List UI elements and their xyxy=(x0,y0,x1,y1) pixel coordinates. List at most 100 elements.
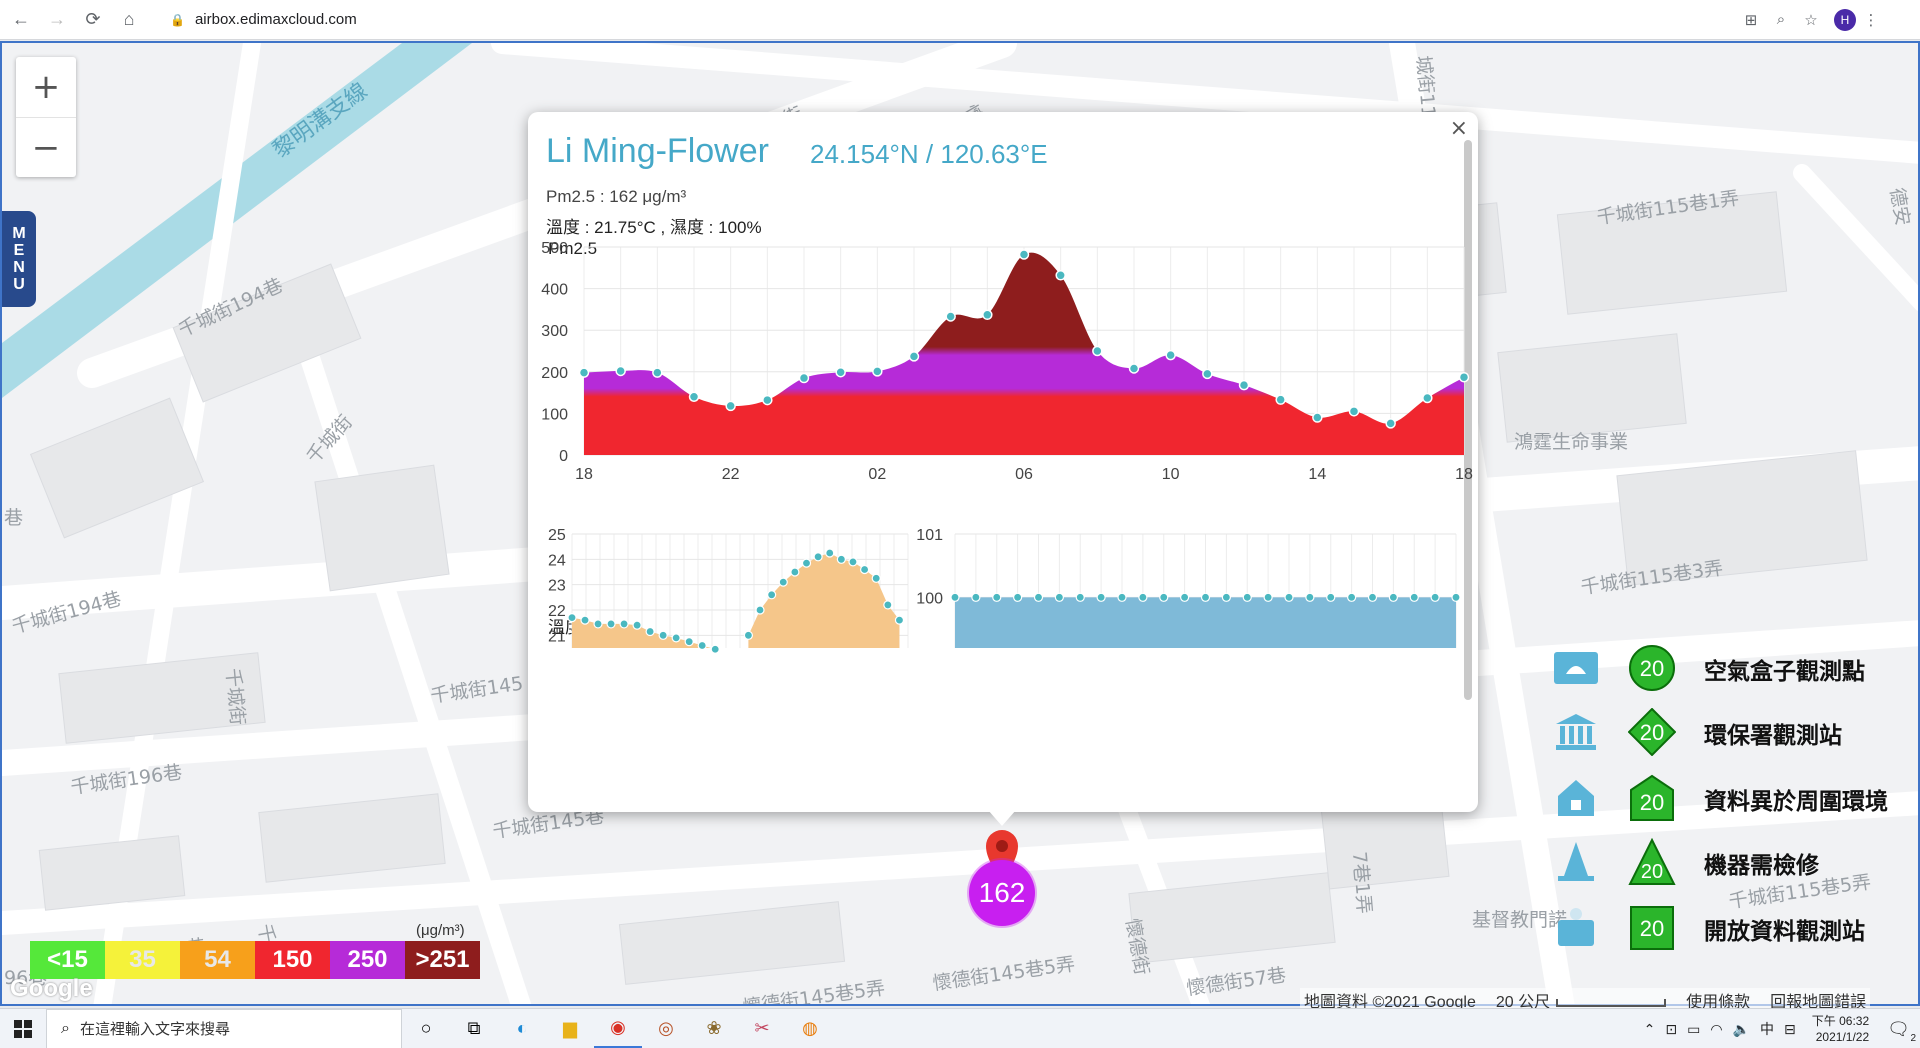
back-arrow-icon[interactable]: ← xyxy=(6,5,36,35)
pm25-data-point xyxy=(908,351,920,362)
x-tick-label: 06 xyxy=(1015,466,1033,483)
forward-arrow-icon[interactable]: → xyxy=(42,5,72,35)
station-marker[interactable]: 162 xyxy=(969,860,1035,926)
pm25-data-point xyxy=(1055,270,1066,281)
humidity-data-point xyxy=(1388,592,1398,602)
temperature-data-point xyxy=(790,567,800,577)
app-icon[interactable]: ❀ xyxy=(690,1009,738,1048)
app-icon[interactable]: ◎ xyxy=(642,1009,690,1048)
chrome-icon[interactable]: ◉ xyxy=(594,1009,642,1048)
legend-item-open-data: 20 開放資料觀測站 xyxy=(1552,902,1892,952)
windows-taskbar: ⌕ 在這裡輸入文字來搜尋 ○ ⧉ ◐ ▆ ◉ ◎ ❀ ✂ ◍ ⌃ ⊡ ▭ ◠ 🔈… xyxy=(0,1008,1920,1048)
zoom-out-button[interactable]: − xyxy=(16,117,76,177)
humidity-data-point xyxy=(1326,592,1336,602)
humidity-data-point xyxy=(1075,592,1085,602)
street-label: 7巷1弄 xyxy=(1347,850,1376,915)
volume-icon[interactable]: 🔈 xyxy=(1733,1021,1750,1038)
blender-icon[interactable]: ◍ xyxy=(786,1009,834,1048)
legend-label: 機器需檢修 xyxy=(1704,853,1819,879)
search-placeholder: 在這裡輸入文字來搜尋 xyxy=(79,1021,230,1038)
street-label: 城街11 xyxy=(1411,54,1440,119)
input-mode-icon[interactable]: ⊟ xyxy=(1784,1021,1796,1038)
street-label: 巷 xyxy=(4,507,24,529)
y-tick-label: 500 xyxy=(541,240,568,257)
windows-logo-icon xyxy=(14,1019,32,1038)
humidity-data-point xyxy=(1096,592,1106,602)
temperature-data-point xyxy=(671,633,681,643)
battery-icon[interactable]: ▭ xyxy=(1687,1021,1700,1038)
home-icon[interactable]: ⌂ xyxy=(114,5,144,35)
chevron-up-icon[interactable]: ⌃ xyxy=(1644,1021,1656,1038)
temperature-data-point xyxy=(813,552,823,562)
clock[interactable]: 下午 06:32 2021/1/22 xyxy=(1812,1013,1869,1045)
app-icon[interactable]: ✂ xyxy=(738,1009,786,1048)
y-tick-label: 22 xyxy=(548,603,566,620)
task-view-icon[interactable]: ⧉ xyxy=(450,1009,498,1048)
badge-value: 20 xyxy=(1640,656,1664,681)
notification-icon[interactable]: 🗨 2 xyxy=(1887,1019,1916,1044)
scale-bin: <15 xyxy=(30,941,105,979)
zoom-in-button[interactable]: + xyxy=(16,57,76,117)
popup-charts: 0 100 200 300 400 500 18 22 02 06 10 14 18 21 22 23 24 25… xyxy=(541,240,1473,654)
address-bar[interactable]: 🔒 airbox.edimaxcloud.com xyxy=(156,5,1736,35)
x-tick-label: 22 xyxy=(722,466,740,483)
pm25-data-point xyxy=(688,391,700,403)
temperature-data-point xyxy=(684,637,694,647)
pm25-data-point xyxy=(1202,368,1213,380)
badge-square-icon: 20 xyxy=(1630,906,1674,950)
humidity-data-point xyxy=(1054,592,1064,602)
temperature-data-point xyxy=(860,564,870,575)
pm25-data-point xyxy=(1385,418,1396,429)
notification-count: 2 xyxy=(1910,1032,1916,1044)
zoom-icon[interactable]: ⌕ xyxy=(1766,5,1796,35)
humidity-data-point xyxy=(1200,592,1211,602)
google-logo: Google xyxy=(10,975,93,1002)
legend-item-maintenance: 20 機器需檢修 xyxy=(1552,836,1892,886)
legend-item-airbox: 20 空氣盒子觀測點 xyxy=(1552,642,1892,692)
translate-icon[interactable]: ⊞ xyxy=(1736,5,1766,35)
wifi-icon[interactable]: ◠ xyxy=(1710,1021,1722,1038)
temperature-data-point xyxy=(645,626,655,637)
y-tick-label: 0 xyxy=(559,448,568,465)
menu-tab[interactable]: M E N U xyxy=(2,211,36,307)
file-explorer-icon[interactable]: ▆ xyxy=(546,1009,594,1048)
y-tick-label: 101 xyxy=(916,527,943,544)
humidity-data-point xyxy=(1451,592,1461,602)
badge-triangle-icon: 20 xyxy=(1628,838,1676,885)
temperature-area-2 xyxy=(748,553,900,648)
legend-item-anomaly: 20 資料異於周圍環境 xyxy=(1552,772,1892,822)
start-button[interactable] xyxy=(0,1009,46,1048)
y-tick-label: 100 xyxy=(916,590,943,607)
scale-bin: 150 xyxy=(255,941,330,979)
legend-label: 環保署觀測站 xyxy=(1704,723,1842,749)
humidity-data-point xyxy=(1221,592,1231,602)
reload-icon[interactable]: ⟳ xyxy=(78,5,108,35)
badge-value: 20 xyxy=(1641,861,1663,883)
temperature-data-point xyxy=(567,613,577,623)
taskbar-search[interactable]: ⌕ 在這裡輸入文字來搜尋 xyxy=(46,1008,402,1048)
legend-label: 資料異於周圍環境 xyxy=(1704,789,1888,815)
open-data-icon xyxy=(1558,908,1594,946)
government-building-icon xyxy=(1556,714,1596,750)
scale-bin: 35 xyxy=(105,941,180,979)
ime-indicator[interactable]: 中 xyxy=(1760,1019,1774,1039)
pm25-data-point xyxy=(762,394,773,406)
x-tick-label: 18 xyxy=(575,466,593,483)
cortana-icon[interactable]: ○ xyxy=(402,1009,450,1048)
humidity-data-point xyxy=(1409,592,1419,602)
pm25-color-scale: <15 35 54 150 250 >251 xyxy=(30,941,480,979)
browser-menu-icon[interactable]: ⋮ xyxy=(1856,5,1886,35)
humidity-data-point xyxy=(1033,592,1044,602)
system-tray: ⌃ ⊡ ▭ ◠ 🔈 中 ⊟ 下午 06:32 2021/1/22 🗨 2 xyxy=(1644,1009,1920,1048)
profile-avatar[interactable]: H xyxy=(1834,8,1856,31)
bookmark-star-icon[interactable]: ☆ xyxy=(1796,5,1826,35)
pm25-data-point xyxy=(1275,394,1286,405)
temperature-data-point xyxy=(710,644,720,654)
network-icon[interactable]: ⊡ xyxy=(1665,1021,1677,1038)
humidity-data-point xyxy=(1430,592,1440,602)
scale-bar xyxy=(1556,998,1667,1007)
url-text: airbox.edimaxcloud.com xyxy=(194,11,357,28)
edge-icon[interactable]: ◐ xyxy=(498,1009,546,1048)
pm25-data-point xyxy=(1348,406,1360,417)
pm25-data-point xyxy=(872,366,883,377)
